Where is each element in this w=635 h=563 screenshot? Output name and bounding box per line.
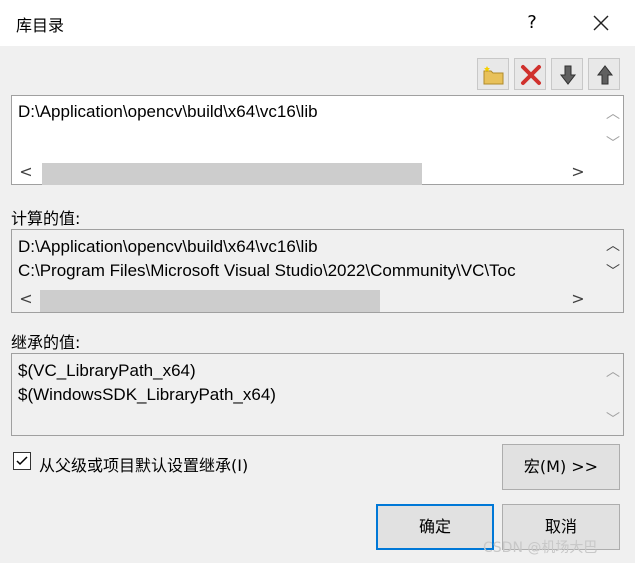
close-icon bbox=[593, 15, 609, 31]
horizontal-scrollbar[interactable]: < > bbox=[12, 160, 602, 185]
inherited-line: $(WindowsSDK_LibraryPath_x64) bbox=[18, 385, 276, 404]
delete-icon bbox=[521, 65, 541, 85]
vertical-scrollbar[interactable]: ︿ ﹀ bbox=[603, 96, 623, 160]
scroll-up-icon[interactable]: ︿ bbox=[603, 236, 623, 256]
horizontal-scrollbar[interactable]: < > bbox=[12, 287, 602, 312]
scroll-up-icon[interactable]: ︿ bbox=[603, 362, 623, 382]
inherit-checkbox[interactable] bbox=[13, 452, 31, 470]
close-button[interactable] bbox=[584, 8, 618, 38]
delete-line-button[interactable] bbox=[514, 58, 546, 90]
ok-button[interactable]: 确定 bbox=[376, 504, 494, 550]
vertical-scrollbar[interactable]: ︿ ﹀ bbox=[603, 230, 623, 286]
vertical-scrollbar[interactable]: ︿ ﹀ bbox=[603, 354, 623, 435]
inherited-values-box: $(VC_LibraryPath_x64) $(WindowsSDK_Libra… bbox=[11, 353, 624, 436]
new-line-button[interactable] bbox=[477, 58, 509, 90]
scroll-left-icon[interactable]: < bbox=[16, 287, 36, 311]
inherit-checkbox-label[interactable]: 从父级或项目默认设置继承(I) bbox=[39, 452, 248, 476]
window-title: 库目录 bbox=[16, 16, 65, 35]
scroll-left-icon[interactable]: < bbox=[16, 160, 36, 184]
watermark: CSDN @机场大巴 bbox=[483, 540, 598, 556]
macros-button[interactable]: 宏(M) >> bbox=[502, 444, 620, 490]
arrow-up-icon bbox=[596, 65, 614, 85]
scroll-down-icon[interactable]: ﹀ bbox=[603, 410, 623, 430]
help-button[interactable]: ? bbox=[520, 8, 544, 38]
scroll-down-icon[interactable]: ﹀ bbox=[603, 262, 623, 282]
inherited-values-label: 继承的值: bbox=[11, 333, 81, 352]
path-edit-box[interactable]: D:\Application\opencv\build\x64\vc16\lib… bbox=[11, 95, 624, 185]
move-up-button[interactable] bbox=[588, 58, 620, 90]
computed-values-box: D:\Application\opencv\build\x64\vc16\lib… bbox=[11, 229, 624, 313]
scroll-up-icon[interactable]: ︿ bbox=[603, 104, 623, 124]
path-line[interactable]: D:\Application\opencv\build\x64\vc16\lib bbox=[18, 102, 594, 122]
computed-line: D:\Application\opencv\build\x64\vc16\lib bbox=[18, 237, 318, 256]
checkmark-icon bbox=[16, 456, 28, 466]
computed-values-label: 计算的值: bbox=[11, 209, 81, 228]
scroll-down-icon[interactable]: ﹀ bbox=[603, 134, 623, 154]
arrow-down-icon bbox=[559, 65, 577, 85]
title-bar: 库目录 ? bbox=[0, 0, 635, 46]
scroll-right-icon[interactable]: > bbox=[568, 160, 588, 184]
scroll-thumb[interactable] bbox=[40, 290, 380, 312]
scroll-right-icon[interactable]: > bbox=[568, 287, 588, 311]
new-folder-icon bbox=[483, 66, 504, 85]
computed-line: C:\Program Files\Microsoft Visual Studio… bbox=[18, 261, 516, 280]
inherited-line: $(VC_LibraryPath_x64) bbox=[18, 361, 196, 380]
move-down-button[interactable] bbox=[551, 58, 583, 90]
scroll-thumb[interactable] bbox=[42, 163, 422, 185]
